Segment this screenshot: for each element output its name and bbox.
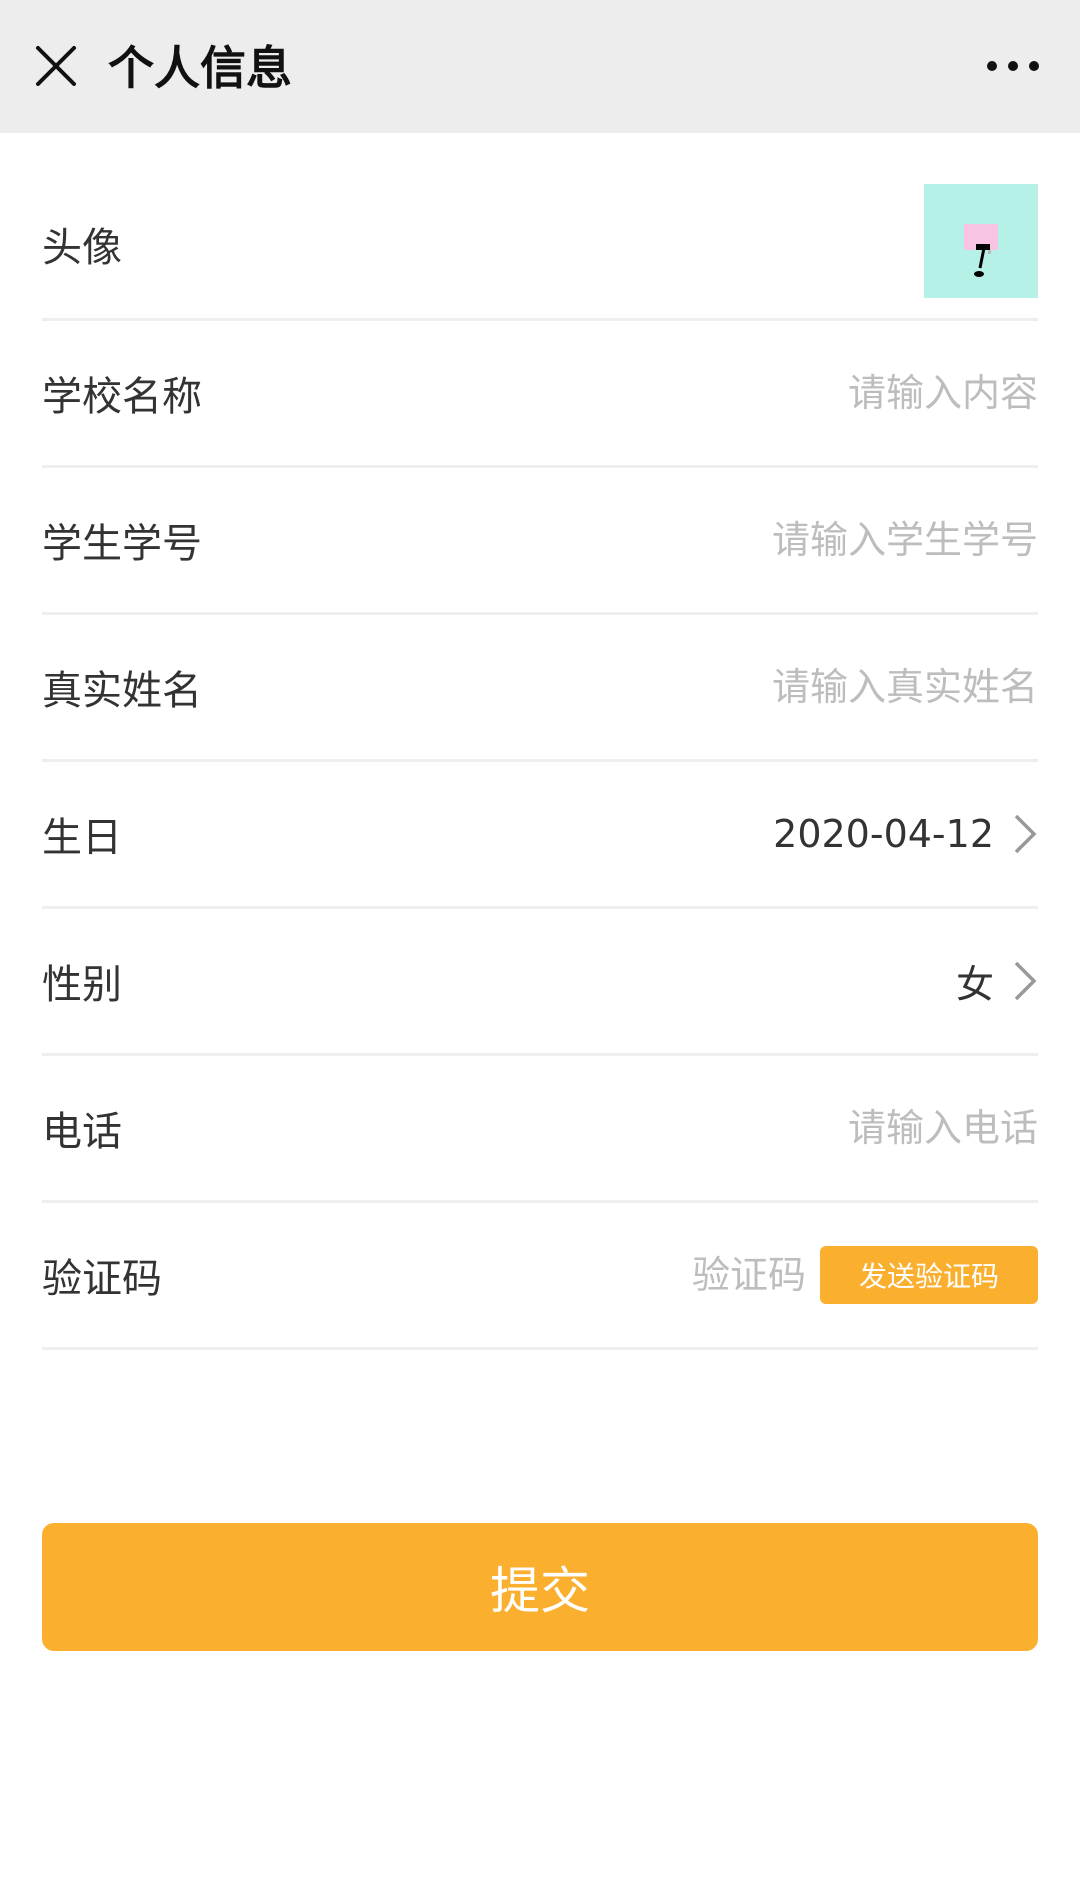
page-title: 个人信息 xyxy=(108,41,292,95)
chevron-right-icon xyxy=(1014,814,1037,854)
avatar-row[interactable]: 头像 xyxy=(42,170,1038,321)
gender-row[interactable]: 性别 女 xyxy=(42,909,1038,1056)
birthday-value: 2020-04-12 xyxy=(773,812,994,856)
avatar-image xyxy=(964,224,998,277)
close-icon[interactable] xyxy=(30,40,82,92)
phone-label: 电话 xyxy=(42,1109,122,1155)
student-id-label: 学生学号 xyxy=(42,521,202,567)
avatar-label: 头像 xyxy=(42,225,122,271)
student-id-row: 学生学号 xyxy=(42,468,1038,615)
verification-code-input[interactable] xyxy=(506,1245,806,1305)
birthday-row[interactable]: 生日 2020-04-12 xyxy=(42,762,1038,909)
gender-value: 女 xyxy=(955,962,994,1007)
more-horizontal-icon[interactable] xyxy=(986,54,1040,78)
chevron-right-icon xyxy=(1014,961,1037,1001)
real-name-label: 真实姓名 xyxy=(42,668,202,714)
phone-input[interactable] xyxy=(518,1098,1038,1158)
send-code-button[interactable]: 发送验证码 xyxy=(820,1246,1038,1304)
gender-label: 性别 xyxy=(42,962,122,1008)
profile-form: 头像 学校名称 学生学号 真实姓名 生日 2020-04-12 性别 女 xyxy=(42,170,1038,1350)
phone-row: 电话 xyxy=(42,1056,1038,1203)
school-input[interactable] xyxy=(518,363,1038,423)
birthday-label: 生日 xyxy=(42,815,122,861)
verification-code-label: 验证码 xyxy=(42,1256,162,1302)
real-name-row: 真实姓名 xyxy=(42,615,1038,762)
avatar[interactable] xyxy=(924,184,1038,298)
navbar: 个人信息 xyxy=(0,0,1080,133)
school-label: 学校名称 xyxy=(42,374,202,420)
student-id-input[interactable] xyxy=(518,510,1038,570)
school-row: 学校名称 xyxy=(42,321,1038,468)
verification-code-row: 验证码 发送验证码 xyxy=(42,1203,1038,1350)
submit-button[interactable]: 提交 xyxy=(42,1523,1038,1651)
real-name-input[interactable] xyxy=(518,657,1038,717)
